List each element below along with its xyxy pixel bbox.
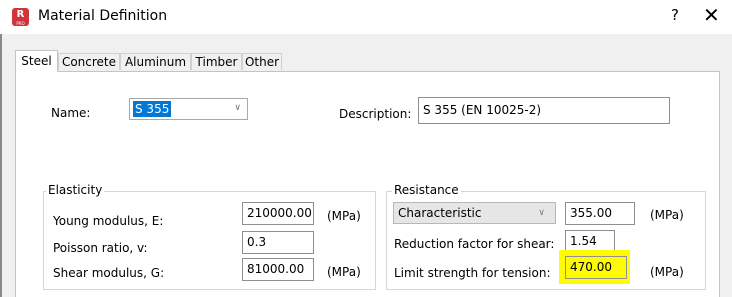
tension-strength-input[interactable]: 470.00 <box>565 256 627 279</box>
name-label: Name: <box>51 106 91 120</box>
description-label: Description: <box>339 107 412 121</box>
young-modulus-input[interactable]: 210000.00 <box>242 202 314 225</box>
characteristic-value-input[interactable]: 355.00 <box>565 202 635 225</box>
window-title: Material Definition <box>38 8 168 24</box>
poisson-ratio-label: Poisson ratio, v: <box>53 241 148 255</box>
tension-unit: (MPa) <box>650 265 684 279</box>
app-icon-letter: R <box>16 9 25 20</box>
young-modulus-unit: (MPa) <box>327 209 361 223</box>
shear-modulus-label: Shear modulus, G: <box>53 266 165 280</box>
shear-modulus-input[interactable]: 81000.00 <box>242 258 314 281</box>
close-button[interactable]: ✕ <box>703 2 720 28</box>
app-icon-sub: PRO <box>16 21 25 26</box>
characteristic-unit: (MPa) <box>650 208 684 222</box>
chevron-down-icon: ∨ <box>234 103 241 113</box>
poisson-ratio-input[interactable]: 0.3 <box>242 231 314 254</box>
resistance-type-value: Characteristic <box>398 206 482 220</box>
app-icon: R PRO <box>12 8 29 26</box>
tab-concrete[interactable]: Concrete <box>58 53 120 70</box>
description-input[interactable]: S 355 (EN 10025-2) <box>418 97 670 124</box>
resistance-type-select[interactable]: Characteristic ∨ <box>393 202 556 224</box>
tab-other[interactable]: Other <box>242 53 282 70</box>
tab-aluminum[interactable]: Aluminum <box>120 53 191 70</box>
name-select-value: S 355 <box>133 101 172 117</box>
help-button[interactable]: ? <box>671 6 679 24</box>
chevron-down-icon: ∨ <box>538 208 545 218</box>
tension-strength-label: Limit strength for tension: <box>394 266 551 280</box>
tab-steel[interactable]: Steel <box>15 50 58 72</box>
young-modulus-label: Young modulus, E: <box>53 214 164 228</box>
window-edge <box>0 34 2 297</box>
shear-modulus-unit: (MPa) <box>327 265 361 279</box>
title-bar: R PRO Material Definition ? ✕ <box>0 0 732 34</box>
name-select[interactable]: S 355 ∨ <box>129 98 248 120</box>
elasticity-group-title: Elasticity <box>46 183 105 197</box>
tab-timber[interactable]: Timber <box>191 53 242 70</box>
resistance-group-title: Resistance <box>392 183 461 197</box>
shear-reduction-label: Reduction factor for shear: <box>394 237 555 251</box>
